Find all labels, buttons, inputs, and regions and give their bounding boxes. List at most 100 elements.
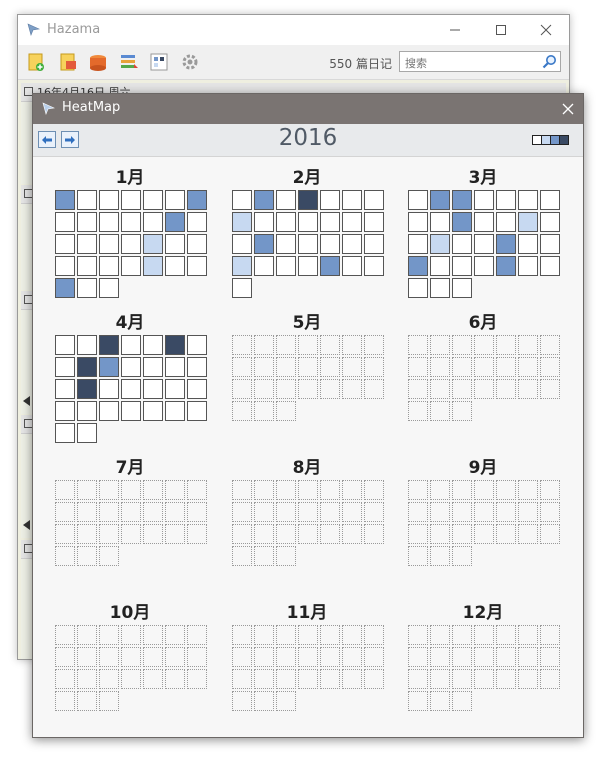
day-cell[interactable] bbox=[540, 234, 560, 254]
search-icon[interactable] bbox=[542, 54, 557, 69]
expand-arrow-icon[interactable] bbox=[23, 520, 30, 530]
day-cell[interactable] bbox=[99, 379, 119, 399]
day-cell[interactable] bbox=[165, 190, 185, 210]
main-titlebar[interactable]: Hazama bbox=[18, 15, 569, 45]
day-cell[interactable] bbox=[540, 190, 560, 210]
day-cell[interactable] bbox=[430, 256, 450, 276]
day-cell[interactable] bbox=[187, 379, 207, 399]
day-cell[interactable] bbox=[121, 401, 141, 421]
day-cell[interactable] bbox=[408, 234, 428, 254]
day-cell[interactable] bbox=[55, 357, 75, 377]
day-cell[interactable] bbox=[474, 212, 494, 232]
day-cell[interactable] bbox=[496, 190, 516, 210]
day-cell[interactable] bbox=[165, 379, 185, 399]
day-cell[interactable] bbox=[143, 335, 163, 355]
day-cell[interactable] bbox=[254, 234, 274, 254]
close-button[interactable] bbox=[523, 15, 569, 45]
day-cell[interactable] bbox=[276, 234, 296, 254]
day-cell[interactable] bbox=[364, 212, 384, 232]
day-cell[interactable] bbox=[540, 212, 560, 232]
day-cell[interactable] bbox=[77, 379, 97, 399]
day-cell[interactable] bbox=[77, 357, 97, 377]
day-cell[interactable] bbox=[99, 212, 119, 232]
day-cell[interactable] bbox=[232, 256, 252, 276]
day-cell[interactable] bbox=[55, 379, 75, 399]
day-cell[interactable] bbox=[518, 234, 538, 254]
day-cell[interactable] bbox=[143, 256, 163, 276]
day-cell[interactable] bbox=[254, 212, 274, 232]
day-cell[interactable] bbox=[254, 190, 274, 210]
day-cell[interactable] bbox=[55, 190, 75, 210]
day-cell[interactable] bbox=[77, 401, 97, 421]
day-cell[interactable] bbox=[254, 256, 274, 276]
heatmap-icon[interactable] bbox=[149, 52, 169, 72]
day-cell[interactable] bbox=[165, 335, 185, 355]
day-cell[interactable] bbox=[165, 212, 185, 232]
day-cell[interactable] bbox=[342, 212, 362, 232]
day-cell[interactable] bbox=[430, 190, 450, 210]
day-cell[interactable] bbox=[55, 256, 75, 276]
search-box[interactable] bbox=[399, 51, 561, 73]
backup-icon[interactable] bbox=[88, 52, 108, 72]
day-cell[interactable] bbox=[77, 335, 97, 355]
day-cell[interactable] bbox=[55, 423, 75, 443]
day-cell[interactable] bbox=[143, 190, 163, 210]
day-cell[interactable] bbox=[408, 278, 428, 298]
day-cell[interactable] bbox=[276, 256, 296, 276]
day-cell[interactable] bbox=[121, 335, 141, 355]
day-cell[interactable] bbox=[496, 256, 516, 276]
day-cell[interactable] bbox=[99, 234, 119, 254]
day-cell[interactable] bbox=[165, 256, 185, 276]
day-cell[interactable] bbox=[187, 401, 207, 421]
day-cell[interactable] bbox=[364, 190, 384, 210]
day-cell[interactable] bbox=[408, 256, 428, 276]
day-cell[interactable] bbox=[77, 190, 97, 210]
day-cell[interactable] bbox=[143, 401, 163, 421]
day-cell[interactable] bbox=[99, 401, 119, 421]
day-cell[interactable] bbox=[430, 234, 450, 254]
heatmap-close-button[interactable] bbox=[553, 94, 583, 124]
day-cell[interactable] bbox=[232, 212, 252, 232]
day-cell[interactable] bbox=[298, 212, 318, 232]
day-cell[interactable] bbox=[232, 190, 252, 210]
day-cell[interactable] bbox=[121, 379, 141, 399]
day-cell[interactable] bbox=[276, 190, 296, 210]
day-cell[interactable] bbox=[55, 212, 75, 232]
day-cell[interactable] bbox=[474, 234, 494, 254]
day-cell[interactable] bbox=[99, 190, 119, 210]
day-cell[interactable] bbox=[99, 256, 119, 276]
day-cell[interactable] bbox=[364, 256, 384, 276]
day-cell[interactable] bbox=[99, 278, 119, 298]
day-cell[interactable] bbox=[342, 190, 362, 210]
day-cell[interactable] bbox=[121, 256, 141, 276]
day-cell[interactable] bbox=[187, 234, 207, 254]
day-cell[interactable] bbox=[143, 234, 163, 254]
day-cell[interactable] bbox=[187, 190, 207, 210]
day-cell[interactable] bbox=[165, 401, 185, 421]
day-cell[interactable] bbox=[474, 256, 494, 276]
day-cell[interactable] bbox=[77, 278, 97, 298]
day-cell[interactable] bbox=[276, 212, 296, 232]
day-cell[interactable] bbox=[518, 256, 538, 276]
day-cell[interactable] bbox=[342, 234, 362, 254]
minimize-button[interactable] bbox=[432, 15, 478, 45]
day-cell[interactable] bbox=[99, 357, 119, 377]
day-cell[interactable] bbox=[77, 234, 97, 254]
day-cell[interactable] bbox=[298, 256, 318, 276]
day-cell[interactable] bbox=[320, 234, 340, 254]
day-cell[interactable] bbox=[55, 401, 75, 421]
day-cell[interactable] bbox=[452, 234, 472, 254]
day-cell[interactable] bbox=[143, 357, 163, 377]
day-cell[interactable] bbox=[452, 256, 472, 276]
day-cell[interactable] bbox=[232, 278, 252, 298]
day-cell[interactable] bbox=[496, 212, 516, 232]
day-cell[interactable] bbox=[430, 212, 450, 232]
maximize-button[interactable] bbox=[478, 15, 524, 45]
day-cell[interactable] bbox=[298, 234, 318, 254]
day-cell[interactable] bbox=[121, 190, 141, 210]
day-cell[interactable] bbox=[55, 234, 75, 254]
day-cell[interactable] bbox=[165, 357, 185, 377]
day-cell[interactable] bbox=[99, 335, 119, 355]
export-icon[interactable] bbox=[58, 52, 78, 72]
day-cell[interactable] bbox=[364, 234, 384, 254]
